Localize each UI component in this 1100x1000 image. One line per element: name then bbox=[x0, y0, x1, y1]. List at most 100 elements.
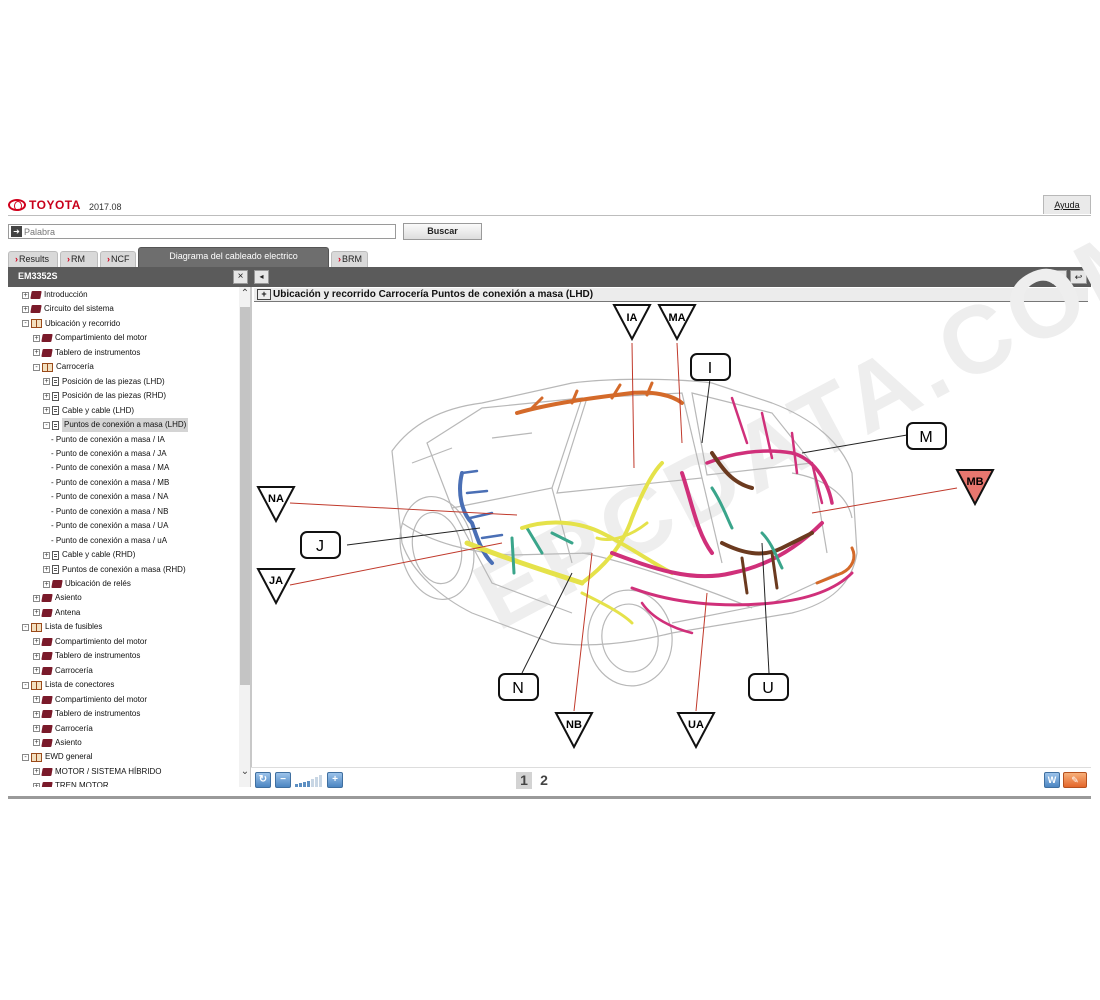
label-n[interactable]: N bbox=[498, 673, 539, 701]
tree-item[interactable]: + Compartimiento del motor bbox=[33, 693, 147, 707]
tree-item[interactable]: + Compartimiento del motor bbox=[33, 635, 147, 649]
collapse-icon[interactable]: - bbox=[22, 623, 29, 631]
tree-item[interactable]: + Cable y cable (LHD) bbox=[43, 404, 134, 418]
tab-wiring-diagram[interactable]: Diagrama del cableado electrico bbox=[138, 247, 329, 267]
collapse-icon[interactable]: - bbox=[22, 320, 29, 328]
expand-icon[interactable]: + bbox=[33, 609, 40, 617]
zoom-level-indicator[interactable] bbox=[295, 774, 323, 787]
collapse-icon[interactable]: - bbox=[22, 753, 29, 761]
expand-icon[interactable]: + bbox=[33, 334, 40, 342]
tree-item[interactable]: + Asiento bbox=[33, 591, 82, 605]
expand-icon[interactable]: + bbox=[22, 291, 29, 299]
tab-brm[interactable]: ›BRM bbox=[331, 251, 368, 267]
marker-ia[interactable]: IA bbox=[612, 304, 652, 342]
search-button[interactable]: Buscar bbox=[403, 223, 482, 240]
tree-item[interactable]: + Tablero de instrumentos bbox=[33, 346, 140, 360]
tab-rm[interactable]: ›RM bbox=[60, 251, 98, 267]
expand-icon[interactable]: + bbox=[43, 566, 50, 574]
tree-item[interactable]: + Tablero de instrumentos bbox=[33, 707, 140, 721]
tree-item[interactable]: + Antena bbox=[33, 606, 80, 620]
marker-ma[interactable]: MA bbox=[657, 304, 697, 342]
tree-item[interactable]: + Carrocería bbox=[33, 664, 93, 678]
tree-item[interactable]: + Circuito del sistema bbox=[22, 302, 114, 316]
tab-results[interactable]: ›Results bbox=[8, 251, 58, 267]
tree-item[interactable]: + Puntos de conexión a masa (RHD) bbox=[43, 563, 186, 577]
expand-icon[interactable]: + bbox=[33, 652, 40, 660]
close-icon[interactable]: × bbox=[233, 270, 248, 284]
scroll-up-icon[interactable]: ⌃ bbox=[239, 287, 250, 301]
tree-item[interactable]: - Carrocería bbox=[33, 360, 94, 374]
collapse-icon[interactable]: - bbox=[33, 363, 40, 371]
expand-icon[interactable]: + bbox=[22, 305, 29, 313]
tree-item[interactable]: + Cable y cable (RHD) bbox=[43, 548, 135, 562]
label-m[interactable]: M bbox=[906, 422, 947, 450]
expand-icon[interactable]: + bbox=[43, 580, 50, 588]
expand-icon[interactable]: + bbox=[33, 349, 40, 357]
scroll-down-icon[interactable]: ⌄ bbox=[239, 765, 250, 779]
tree-item[interactable]: - Lista de conectores bbox=[22, 678, 114, 692]
expand-icon[interactable]: + bbox=[43, 407, 50, 415]
tree-item[interactable]: + Introducción bbox=[22, 288, 88, 302]
expand-icon[interactable]: + bbox=[43, 392, 50, 400]
tree-item[interactable]: + Ubicación de relés bbox=[43, 577, 131, 591]
tree-item[interactable]: - EWD general bbox=[22, 750, 93, 764]
expand-icon[interactable]: + bbox=[43, 378, 50, 386]
tree-item[interactable]: + MOTOR / SISTEMA HÍBRIDO bbox=[33, 765, 162, 779]
expand-icon[interactable]: + bbox=[43, 551, 50, 559]
tree-item[interactable]: - Punto de conexión a masa / JA bbox=[51, 447, 167, 461]
scroll-thumb[interactable] bbox=[240, 307, 250, 685]
marker-ua[interactable]: UA bbox=[676, 712, 716, 750]
expand-icon[interactable]: + bbox=[33, 739, 40, 747]
tree-item[interactable]: - Punto de conexión a masa / IA bbox=[51, 433, 165, 447]
label-j[interactable]: J bbox=[300, 531, 341, 559]
expand-icon[interactable]: + bbox=[33, 710, 40, 718]
tree-item[interactable]: - Lista de fusibles bbox=[22, 620, 102, 634]
expand-icon[interactable]: + bbox=[33, 782, 40, 787]
expand-icon[interactable]: + bbox=[33, 696, 40, 704]
tree-item[interactable]: - Punto de conexión a masa / MA bbox=[51, 461, 169, 475]
feedback-icon[interactable]: ✎ bbox=[1063, 772, 1087, 788]
expand-icon[interactable]: + bbox=[257, 289, 271, 300]
search-input[interactable] bbox=[24, 225, 384, 238]
tree-item[interactable]: - Punto de conexión a masa / UA bbox=[51, 519, 168, 533]
tree-item[interactable]: - Punto de conexión a masa / MB bbox=[51, 476, 169, 490]
tree-item[interactable]: - Puntos de conexión a masa (LHD) bbox=[43, 418, 189, 433]
collapse-icon[interactable]: - bbox=[22, 681, 29, 689]
expand-icon[interactable]: + bbox=[33, 725, 40, 732]
page-2-button[interactable]: 2 bbox=[536, 772, 552, 789]
expand-icon[interactable]: + bbox=[33, 594, 40, 602]
tree-item-label: - Punto de conexión a masa / uA bbox=[51, 535, 168, 545]
tree-item[interactable]: + Posición de las piezas (LHD) bbox=[43, 375, 165, 389]
marker-ja[interactable]: JA bbox=[256, 568, 296, 606]
help-link[interactable]: Ayuda bbox=[1043, 195, 1091, 214]
tree-item[interactable]: + Posición de las piezas (RHD) bbox=[43, 389, 166, 403]
tab-ncf[interactable]: ›NCF bbox=[100, 251, 136, 267]
tree-item[interactable]: + Asiento bbox=[33, 736, 82, 750]
tree-scrollbar[interactable]: ⌃ ⌄ bbox=[239, 287, 250, 787]
collapse-icon[interactable]: - bbox=[43, 421, 50, 429]
search-arrow-icon[interactable]: ➜ bbox=[11, 226, 22, 237]
tree-item[interactable]: + Carrocería bbox=[33, 722, 93, 736]
tree-item[interactable]: + Compartimiento del motor bbox=[33, 331, 147, 345]
marker-nb[interactable]: NB bbox=[554, 712, 594, 750]
collapse-panel-icon[interactable]: ◂ bbox=[254, 270, 269, 284]
reset-zoom-icon[interactable]: ↻ bbox=[255, 772, 271, 788]
zoom-in-icon[interactable]: + bbox=[327, 772, 343, 788]
document-icon bbox=[52, 406, 59, 416]
marker-mb[interactable]: MB bbox=[955, 469, 995, 507]
tree-item[interactable]: - Ubicación y recorrido bbox=[22, 317, 120, 331]
marker-na[interactable]: NA bbox=[256, 486, 296, 524]
word-export-icon[interactable]: W bbox=[1044, 772, 1060, 788]
expand-icon[interactable]: + bbox=[33, 638, 40, 646]
label-i[interactable]: I bbox=[690, 353, 731, 381]
tree-item[interactable]: - Punto de conexión a masa / uA bbox=[51, 534, 167, 548]
tree-item[interactable]: - Punto de conexión a masa / NA bbox=[51, 490, 168, 504]
zoom-out-icon[interactable]: − bbox=[275, 772, 291, 788]
tree-item[interactable]: - Punto de conexión a masa / NB bbox=[51, 505, 168, 519]
tree-item[interactable]: + TREN MOTOR bbox=[33, 779, 109, 787]
page-1-button[interactable]: 1 bbox=[516, 772, 532, 789]
tree-item[interactable]: + Tablero de instrumentos bbox=[33, 649, 140, 663]
expand-icon[interactable]: + bbox=[33, 768, 40, 776]
label-u[interactable]: U bbox=[748, 673, 789, 701]
expand-icon[interactable]: + bbox=[33, 667, 40, 675]
